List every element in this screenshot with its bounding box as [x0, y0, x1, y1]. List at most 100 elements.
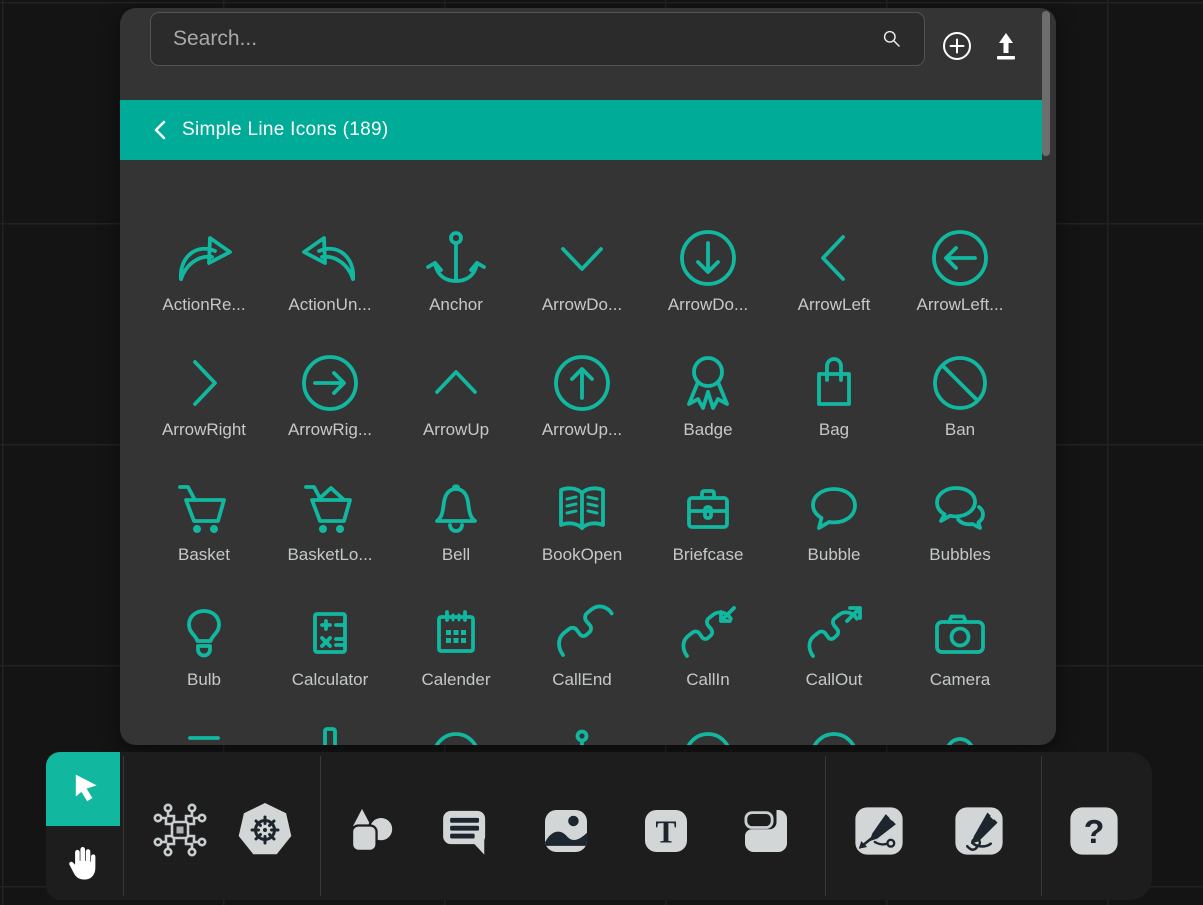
icon-grid-item[interactable]: ArrowUp [393, 351, 519, 476]
bottom-toolbar: T? [46, 752, 1152, 900]
icon-grid-item[interactable]: CallOut [771, 601, 897, 726]
search-input[interactable] [150, 12, 925, 66]
icon-grid-item[interactable]: Briefcase [645, 476, 771, 601]
icon-grid-item[interactable]: ActionUn... [267, 226, 393, 351]
icon-label: CallOut [806, 670, 863, 690]
bubble-icon [802, 476, 866, 540]
icon-label: Briefcase [673, 545, 744, 565]
pencil-scribble-icon [952, 804, 1006, 858]
hand-icon [60, 840, 106, 886]
shapes-tool-button[interactable] [343, 801, 401, 859]
icon-grid-item-partial[interactable] [771, 726, 897, 745]
icon-label: Calender [422, 670, 491, 690]
icon-grid-item[interactable]: Calculator [267, 601, 393, 726]
icon-label: ArrowUp [423, 420, 489, 440]
sticky-note-tool-button[interactable] [738, 803, 794, 859]
toolbar-divider [320, 756, 321, 896]
call-end-icon [550, 601, 614, 665]
comment-tool-button[interactable] [437, 803, 493, 859]
icon-grid-item[interactable]: ArrowDo... [519, 226, 645, 351]
icon-label: Bubble [808, 545, 861, 565]
scrollbar-thumb[interactable] [1042, 11, 1050, 156]
icon-label: BasketLo... [287, 545, 372, 565]
select-tool-button[interactable] [46, 752, 120, 826]
icon-label: Bulb [187, 670, 221, 690]
icon-grid-item[interactable]: ArrowUp... [519, 351, 645, 476]
icon-grid-item[interactable]: ActionRe... [141, 226, 267, 351]
add-library-button[interactable] [941, 30, 973, 62]
icon-grid-item[interactable]: Bell [393, 476, 519, 601]
icon-grid-item[interactable]: Bubble [771, 476, 897, 601]
frag-arc-icon [676, 726, 740, 745]
icon-grid-item-partial[interactable] [141, 726, 267, 745]
frag-line-icon [172, 726, 236, 745]
bubbles-icon [928, 476, 992, 540]
icon-grid-item-partial[interactable] [393, 726, 519, 745]
icon-grid-item[interactable]: ArrowLeft... [897, 226, 1023, 351]
icon-grid-item[interactable]: BookOpen [519, 476, 645, 601]
icon-grid-item[interactable]: Bulb [141, 601, 267, 726]
kubernetes-tool-button[interactable] [233, 798, 297, 862]
icon-grid-item[interactable]: CallIn [645, 601, 771, 726]
icon-label: Calculator [292, 670, 369, 690]
toolbar-divider [1041, 756, 1042, 896]
upload-button[interactable] [990, 29, 1022, 61]
icon-grid-item[interactable]: ArrowRig... [267, 351, 393, 476]
network-chip-icon [148, 798, 212, 862]
icon-grid-item[interactable]: CallEnd [519, 601, 645, 726]
arrow-right-icon [172, 351, 236, 415]
image-tool-button[interactable] [538, 803, 594, 859]
icon-label: ArrowLeft... [917, 295, 1004, 315]
icon-grid-item[interactable]: Camera [897, 601, 1023, 726]
pen-arrow-icon [852, 804, 906, 858]
back-button[interactable] [152, 119, 168, 141]
arrow-right-circle-icon [298, 351, 362, 415]
basket-loaded-icon [298, 476, 362, 540]
network-diagram-tool-button[interactable] [148, 798, 212, 862]
calculator-icon [298, 601, 362, 665]
icon-grid-item[interactable]: Bubbles [897, 476, 1023, 601]
icon-label: BookOpen [542, 545, 622, 565]
svg-text:T: T [655, 814, 676, 849]
freehand-draw-tool-button[interactable] [952, 804, 1006, 858]
icon-grid-item[interactable]: ArrowLeft [771, 226, 897, 351]
frag-arc-small-icon [928, 726, 992, 745]
arrow-left-icon [802, 226, 866, 290]
icon-grid-item-partial[interactable] [897, 726, 1023, 745]
icon-grid-item[interactable]: BasketLo... [267, 476, 393, 601]
icon-grid-item-partial[interactable] [267, 726, 393, 745]
icon-grid-item[interactable]: Badge [645, 351, 771, 476]
book-open-icon [550, 476, 614, 540]
icon-label: CallEnd [552, 670, 612, 690]
icon-grid-item-partial[interactable] [645, 726, 771, 745]
icon-library-panel: Simple Line Icons (189) ActionRe...Actio… [120, 8, 1056, 745]
toolbar-divider [825, 756, 826, 896]
frag-dot-icon [550, 726, 614, 745]
icon-label: ArrowLeft [798, 295, 871, 315]
icon-grid-item[interactable]: Bag [771, 351, 897, 476]
icon-grid-item[interactable]: Calender [393, 601, 519, 726]
icon-label: ActionRe... [162, 295, 245, 315]
comment-icon [437, 803, 493, 859]
help-tool-button[interactable]: ? [1067, 804, 1121, 858]
icon-label: Bag [819, 420, 849, 440]
arrow-down-icon [550, 226, 614, 290]
app-canvas[interactable]: { "colors": { "accent_teal": "#00ab97", … [0, 0, 1203, 905]
icon-grid-item-partial[interactable] [519, 726, 645, 745]
icon-label: Anchor [429, 295, 483, 315]
cursor-icon [60, 766, 106, 812]
call-out-icon [802, 601, 866, 665]
icon-grid-item[interactable]: ArrowDo... [645, 226, 771, 351]
basket-icon [172, 476, 236, 540]
pan-tool-button[interactable] [46, 826, 120, 900]
anchor-icon [424, 226, 488, 290]
arrow-up-circle-icon [550, 351, 614, 415]
arrow-up-icon [424, 351, 488, 415]
icon-grid-item[interactable]: Basket [141, 476, 267, 601]
calender-icon [424, 601, 488, 665]
icon-grid-item[interactable]: Anchor [393, 226, 519, 351]
connector-pen-tool-button[interactable] [852, 804, 906, 858]
text-tool-button[interactable]: T [638, 803, 694, 859]
icon-grid-item[interactable]: Ban [897, 351, 1023, 476]
icon-grid-item[interactable]: ArrowRight [141, 351, 267, 476]
